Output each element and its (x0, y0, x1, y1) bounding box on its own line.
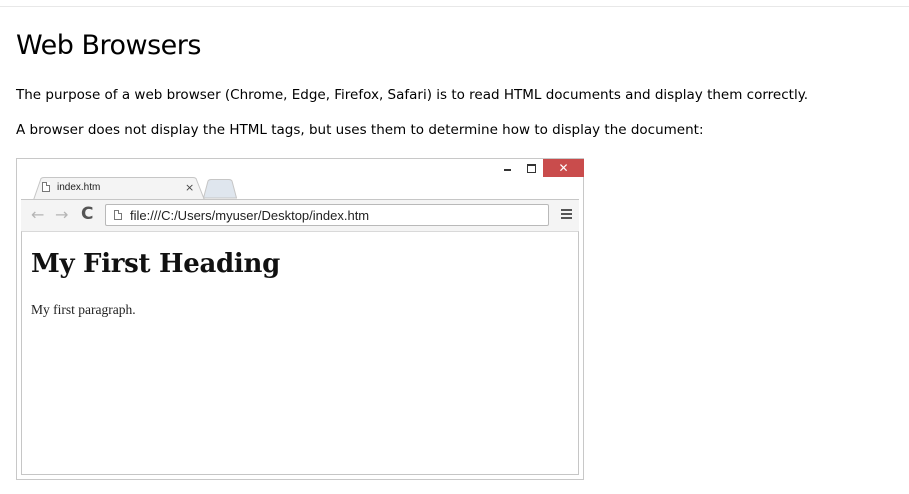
top-divider (0, 6, 909, 7)
document-paragraph: My first paragraph. (31, 302, 136, 317)
address-url: file:///C:/Users/myuser/Desktop/index.ht… (130, 208, 370, 223)
back-arrow-icon: ← (31, 205, 45, 224)
tab-file-icon (42, 182, 50, 192)
browser-toolbar: ← → C file:///C:/Users/myuser/Desktop/in… (21, 199, 579, 231)
menu-icon (561, 209, 572, 221)
page-file-icon (114, 210, 122, 220)
page-title: Web Browsers (16, 30, 201, 61)
maximize-icon (519, 159, 543, 177)
minimize-icon (495, 159, 519, 177)
new-tab-button (203, 179, 237, 199)
browser-viewport: My First Heading My first paragraph. (21, 231, 579, 475)
intro-paragraph: The purpose of a web browser (Chrome, Ed… (16, 87, 809, 103)
tab-close-icon: × (185, 181, 195, 194)
document-heading: My First Heading (31, 249, 280, 279)
tab-label: index.htm (57, 182, 101, 193)
close-window-icon: ✕ (543, 159, 584, 177)
explanation-paragraph: A browser does not display the HTML tags… (16, 122, 704, 138)
forward-arrow-icon: → (55, 205, 69, 224)
browser-illustration: index.htm × ✕ ← → C file:///C:/Users/myu… (16, 158, 584, 480)
reload-icon: C (81, 204, 94, 224)
address-bar: file:///C:/Users/myuser/Desktop/index.ht… (105, 204, 549, 226)
browser-titlebar: index.htm × ✕ (17, 159, 584, 200)
